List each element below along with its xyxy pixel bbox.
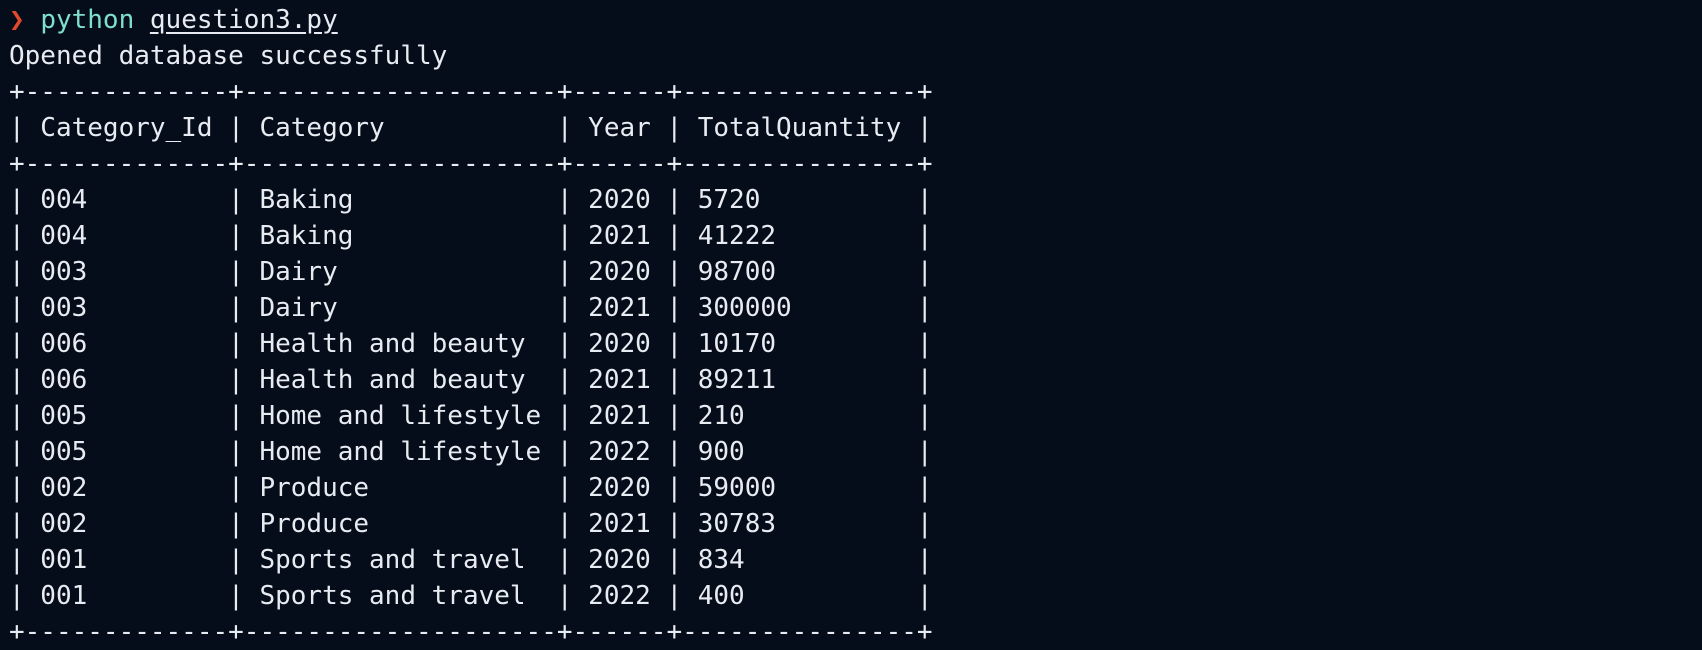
- command-line: ❯ python question3.py: [9, 2, 1702, 38]
- table-row: | 002 | Produce | 2020 | 59000 |: [9, 473, 933, 503]
- command-argument[interactable]: question3.py: [150, 5, 338, 35]
- table-border: +-------------+--------------------+----…: [9, 77, 933, 107]
- terminal-window[interactable]: ❯ python question3.py Opened database su…: [0, 2, 1702, 650]
- table-row: | 004 | Baking | 2021 | 41222 |: [9, 221, 933, 251]
- table-row: | 005 | Home and lifestyle | 2021 | 210 …: [9, 401, 933, 431]
- table-row: | 003 | Dairy | 2021 | 300000 |: [9, 293, 933, 323]
- prompt-arrow-icon: ❯: [9, 5, 25, 35]
- table-row: | 005 | Home and lifestyle | 2022 | 900 …: [9, 437, 933, 467]
- query-result-table: +-------------+--------------------+----…: [9, 74, 1702, 650]
- table-row: | 006 | Health and beauty | 2020 | 10170…: [9, 329, 933, 359]
- table-row: | 003 | Dairy | 2020 | 98700 |: [9, 257, 933, 287]
- table-border: +-------------+--------------------+----…: [9, 617, 933, 647]
- table-row: | 002 | Produce | 2021 | 30783 |: [9, 509, 933, 539]
- status-message: Opened database successfully: [9, 41, 448, 71]
- command-name: python: [40, 5, 135, 35]
- table-row: | 006 | Health and beauty | 2021 | 89211…: [9, 365, 933, 395]
- table-row: | 001 | Sports and travel | 2020 | 834 |: [9, 545, 933, 575]
- table-row: | 001 | Sports and travel | 2022 | 400 |: [9, 581, 933, 611]
- table-header-row: | Category_Id | Category | Year | TotalQ…: [9, 113, 933, 143]
- table-border: +-------------+--------------------+----…: [9, 149, 933, 179]
- table-row: | 004 | Baking | 2020 | 5720 |: [9, 185, 933, 215]
